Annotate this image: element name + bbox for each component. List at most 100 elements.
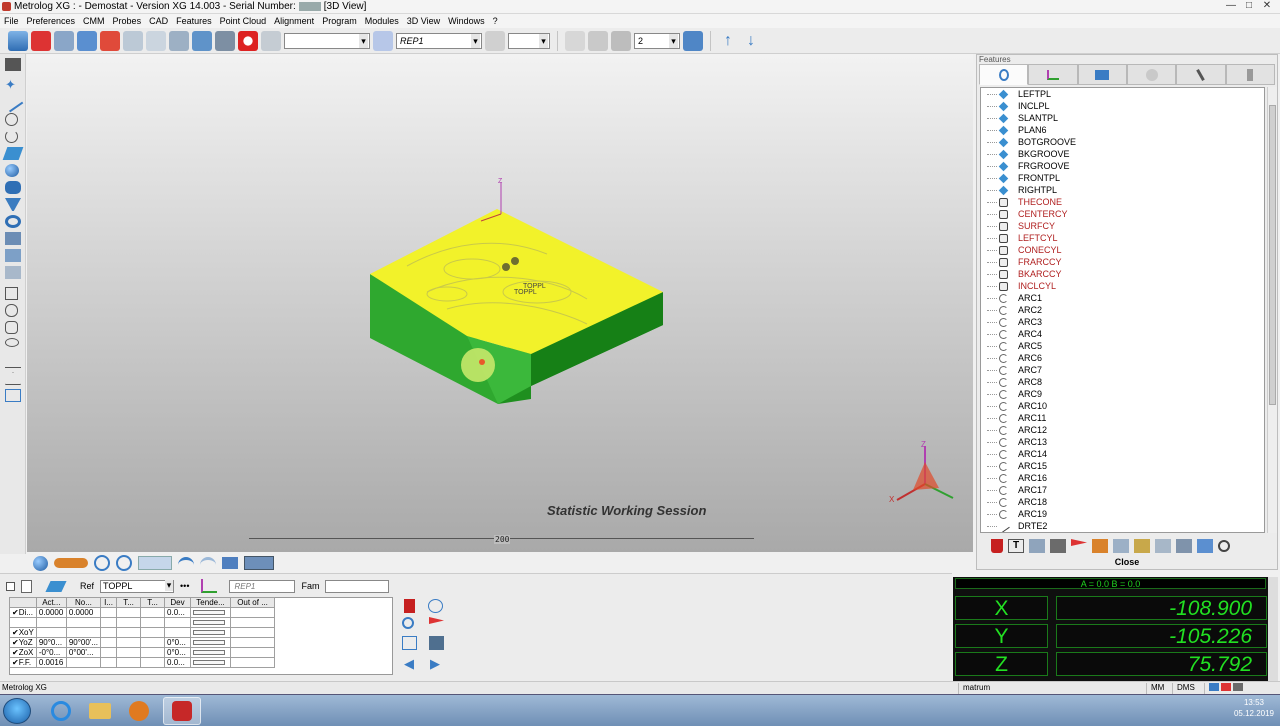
col-trend[interactable]: Tende...	[190, 597, 232, 608]
cmm-icon[interactable]	[54, 558, 88, 568]
flag-icon[interactable]	[100, 30, 120, 51]
settings-icon[interactable]	[1176, 539, 1192, 553]
row-check[interactable]: ✔	[12, 659, 19, 667]
window-icon[interactable]	[1197, 539, 1213, 553]
curve-icon[interactable]	[5, 232, 21, 245]
feature-item[interactable]: INCLPL	[981, 100, 1264, 112]
zoom-feature-icon[interactable]	[402, 617, 414, 629]
flag-result-icon[interactable]	[429, 617, 444, 624]
camera-icon[interactable]	[485, 30, 505, 51]
menu-program[interactable]: Program	[318, 16, 361, 26]
arrow-up-icon[interactable]: ↑	[718, 31, 738, 51]
menu-file[interactable]: File	[0, 16, 23, 26]
tools-icon[interactable]	[261, 30, 281, 51]
table-row[interactable]: ✔F.F. 0.0016 0.0...	[9, 657, 276, 668]
group-icon[interactable]	[1092, 539, 1108, 553]
feature-item[interactable]: ARC15	[981, 460, 1264, 472]
rep-combo[interactable]: REP1	[396, 32, 482, 49]
menu-cmm[interactable]: CMM	[79, 16, 109, 26]
pan-icon[interactable]	[138, 556, 172, 570]
feature-item[interactable]: FRGROOVE	[981, 160, 1264, 172]
points-icon[interactable]	[169, 30, 189, 51]
menu-point-cloud[interactable]: Point Cloud	[216, 16, 271, 26]
close-window-button[interactable]: ✕	[1258, 0, 1276, 13]
row-check[interactable]: ✔	[12, 639, 19, 647]
feature-item[interactable]: PLAN6	[981, 124, 1264, 136]
slot-icon[interactable]	[5, 287, 18, 300]
3d-view[interactable]: TOPPL TOPPL Z Z X Statistic Working Sess…	[27, 54, 973, 552]
feature-item[interactable]: ARC12	[981, 424, 1264, 436]
delete-icon[interactable]	[991, 539, 1003, 553]
col-out-of[interactable]: Out of ...	[230, 597, 276, 608]
menu-features[interactable]: Features	[172, 16, 216, 26]
status-icon-2[interactable]	[1221, 683, 1232, 691]
menu-modules[interactable]: Modules	[361, 16, 403, 26]
menu-preferences[interactable]: Preferences	[23, 16, 80, 26]
col-actual[interactable]: Act...	[35, 597, 67, 608]
undo-icon[interactable]	[178, 557, 194, 569]
col-name[interactable]	[9, 597, 37, 608]
dro-scrollbar[interactable]	[1268, 577, 1278, 681]
feature-item[interactable]: INCLCYL	[981, 280, 1264, 292]
feature-item[interactable]: LEFTPL	[981, 88, 1264, 100]
tab-alignment[interactable]	[1028, 64, 1078, 85]
feature-item[interactable]: CONECYL	[981, 244, 1264, 256]
menu-probes[interactable]: Probes	[109, 16, 146, 26]
feature-item[interactable]: ARC5	[981, 340, 1264, 352]
feature-item[interactable]: LEFTCYL	[981, 232, 1264, 244]
feature-item[interactable]: RIGHTPL	[981, 184, 1264, 196]
link-icon[interactable]	[1113, 539, 1129, 553]
ref-combo[interactable]: TOPPL	[100, 579, 175, 593]
tolerance-grid-icon[interactable]	[402, 636, 417, 650]
arrow-down-icon[interactable]: ↓	[741, 31, 761, 51]
grid-icon[interactable]	[5, 389, 21, 402]
result-checkbox[interactable]	[6, 581, 15, 591]
row-check[interactable]: ✔	[12, 649, 19, 657]
tray-date[interactable]: 05.12.2019	[1234, 708, 1274, 719]
tab-sphere[interactable]	[1126, 64, 1177, 85]
number-combo[interactable]: 2	[634, 32, 680, 49]
delete-result-icon[interactable]	[404, 599, 415, 613]
probe-tip-icon[interactable]	[683, 30, 703, 51]
angle-icon[interactable]	[5, 372, 21, 385]
feature-item[interactable]: ARC3	[981, 316, 1264, 328]
layers-icon[interactable]	[565, 30, 585, 51]
feature-item[interactable]: DRTE2	[981, 519, 1264, 532]
tray-time[interactable]: 13:53	[1234, 697, 1274, 708]
probe-pen-icon[interactable]	[5, 58, 21, 71]
text-icon[interactable]: T	[1008, 539, 1024, 553]
feature-item[interactable]: ARC8	[981, 376, 1264, 388]
cone-icon[interactable]	[5, 198, 21, 211]
ellipse-icon[interactable]	[5, 338, 19, 347]
next-icon[interactable]: ▶	[430, 657, 445, 671]
col-t2[interactable]: T...	[140, 597, 166, 608]
frame-icon[interactable]	[588, 30, 608, 51]
arc-icon[interactable]	[5, 130, 18, 143]
display-icon[interactable]	[222, 557, 238, 569]
scrollbar-thumb[interactable]	[1269, 105, 1276, 405]
close-button[interactable]: Close	[979, 557, 1275, 569]
col-t1[interactable]: T...	[116, 597, 142, 608]
flag-icon[interactable]	[1071, 539, 1087, 546]
feature-item[interactable]: ARC13	[981, 436, 1264, 448]
scan-path-icon[interactable]	[1134, 539, 1150, 553]
prev-icon[interactable]: ◀	[404, 657, 419, 671]
feature-item[interactable]: FRONTPL	[981, 172, 1264, 184]
tab-tools[interactable]	[1225, 64, 1275, 85]
tab-features[interactable]	[979, 64, 1029, 85]
row-check[interactable]: ✔	[12, 609, 19, 617]
fam-field[interactable]	[325, 579, 390, 593]
multi-view-icon[interactable]	[244, 556, 274, 570]
cad-import-icon[interactable]	[192, 30, 212, 51]
circle-icon[interactable]	[5, 113, 18, 126]
status-icon-1[interactable]	[1209, 683, 1219, 691]
table-row[interactable]	[9, 617, 276, 628]
status-icon-3[interactable]	[1233, 683, 1244, 691]
sphere-icon[interactable]	[5, 164, 19, 177]
line-icon[interactable]	[2, 92, 24, 113]
menu-help[interactable]: ?	[489, 16, 502, 26]
menu-alignment[interactable]: Alignment	[270, 16, 318, 26]
redo-icon[interactable]	[200, 557, 216, 569]
feature-item[interactable]: THECONE	[981, 196, 1264, 208]
document-icon[interactable]	[21, 579, 32, 593]
